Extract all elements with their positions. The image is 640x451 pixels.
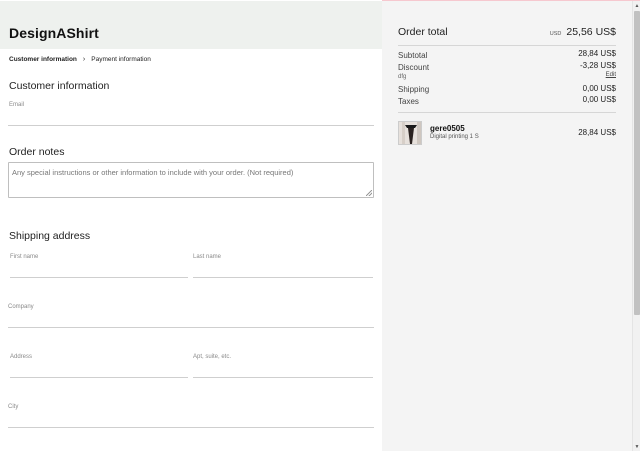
- textarea-resize-grip-icon[interactable]: [366, 190, 372, 196]
- order-notes-textarea[interactable]: Any special instructions or other inform…: [8, 162, 374, 198]
- product-price: 28,84 US$: [578, 128, 616, 137]
- subtotal-label: Subtotal: [398, 51, 428, 60]
- apt-suite-label: Apt, suite, etc.: [193, 354, 232, 360]
- order-notes-placeholder: Any special instructions or other inform…: [12, 168, 294, 177]
- apt-suite-field[interactable]: [193, 377, 373, 378]
- product-variant: Digital printing 1 S: [430, 134, 479, 140]
- subtotal-value: 28,84 US$: [578, 49, 616, 58]
- scroll-down-arrow-icon[interactable]: ▼: [633, 444, 640, 450]
- brand-logo[interactable]: DesignAShirt: [9, 25, 99, 41]
- order-summary-panel: Order total USD 25,56 US$ Subtotal 28,84…: [382, 1, 632, 451]
- breadcrumb-payment-information[interactable]: Payment information: [91, 56, 151, 63]
- page-scrollbar[interactable]: ▲ ▼: [632, 1, 640, 451]
- chevron-right-icon: ›: [82, 56, 86, 63]
- discount-label: Discount: [398, 63, 430, 72]
- scroll-up-arrow-icon[interactable]: ▲: [633, 3, 640, 9]
- summary-divider: [398, 112, 616, 113]
- product-image-icon: [399, 122, 421, 144]
- taxes-value: 0,00 US$: [582, 95, 616, 104]
- email-field[interactable]: [8, 125, 374, 126]
- last-name-field[interactable]: [193, 277, 373, 278]
- discount-code: dfg: [398, 74, 407, 80]
- shipping-label: Shipping: [398, 85, 430, 94]
- checkout-form-column: DesignAShirt Customer information › Paym…: [0, 0, 382, 451]
- order-total-title: Order total: [398, 26, 448, 38]
- edit-discount-link[interactable]: Edit: [606, 72, 616, 78]
- first-name-field[interactable]: [10, 277, 188, 278]
- product-name: gere0505: [430, 124, 465, 133]
- company-label: Company: [8, 304, 34, 310]
- customer-information-heading: Customer information: [9, 80, 110, 92]
- taxes-label: Taxes: [398, 97, 419, 106]
- breadcrumb-customer-information[interactable]: Customer information: [9, 56, 77, 63]
- shipping-value: 0,00 US$: [582, 84, 616, 93]
- address-label: Address: [10, 354, 33, 360]
- order-total-amount: USD 25,56 US$: [550, 26, 616, 38]
- total-value: 25,56 US$: [566, 26, 616, 38]
- first-name-label: First name: [10, 254, 39, 260]
- last-name-label: Last name: [193, 254, 222, 260]
- discount-value: -3,28 US$: [579, 61, 616, 70]
- shipping-address-heading: Shipping address: [9, 230, 91, 242]
- email-label: Email: [9, 102, 25, 108]
- breadcrumb: Customer information › Payment informati…: [9, 56, 151, 63]
- address-field[interactable]: [10, 377, 188, 378]
- summary-divider: [398, 45, 616, 46]
- scrollbar-thumb[interactable]: [634, 11, 640, 315]
- city-field[interactable]: [8, 427, 374, 428]
- company-field[interactable]: [8, 327, 374, 328]
- order-notes-heading: Order notes: [9, 146, 65, 158]
- city-label: City: [8, 404, 19, 410]
- currency-code: USD: [549, 31, 562, 37]
- product-thumbnail: [398, 121, 422, 145]
